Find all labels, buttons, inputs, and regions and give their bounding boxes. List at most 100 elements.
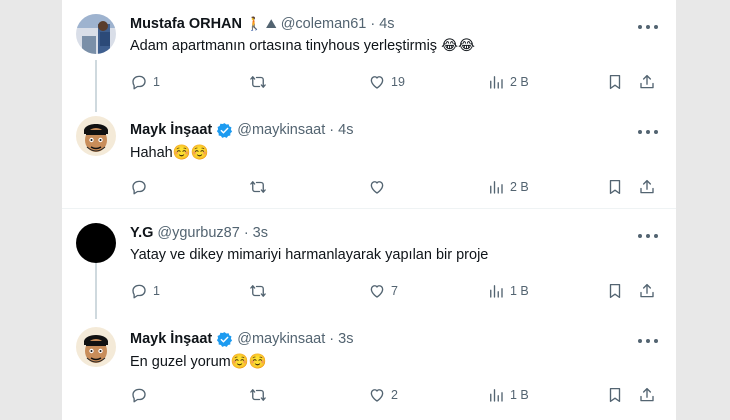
bookmark-button[interactable] <box>606 385 624 405</box>
reply-count: 1 <box>153 75 160 89</box>
tweet-text: Adam apartmanın ortasına tinyhous yerleş… <box>130 38 475 54</box>
bookmark-icon <box>609 74 621 90</box>
separator-dot: · <box>243 225 249 241</box>
views-count: 1 B <box>510 388 529 402</box>
timestamp[interactable]: 3s <box>253 225 268 241</box>
more-icon[interactable] <box>638 20 658 34</box>
tweet-header: Y.G @ygurbuz87 · 3s <box>130 223 268 243</box>
views-icon <box>490 76 503 89</box>
like-button[interactable] <box>368 177 391 197</box>
reply-count: 1 <box>153 284 160 298</box>
share-icon <box>640 283 654 298</box>
timestamp[interactable]: 4s <box>338 122 353 138</box>
like-count: 7 <box>391 284 398 298</box>
like-icon <box>370 181 384 194</box>
tweet-header: Mustafa ORHAN 🚶 ⛰ @coleman61 · 4s <box>130 14 395 34</box>
avatar[interactable] <box>76 223 116 263</box>
bookmark-button[interactable] <box>606 281 624 301</box>
share-button[interactable] <box>638 72 656 92</box>
reply-button[interactable] <box>130 385 153 405</box>
action-bar: 1 7 1 B <box>130 281 660 301</box>
avatar-cartoon <box>76 116 116 156</box>
reply-button[interactable]: 1 <box>130 72 160 92</box>
display-name[interactable]: Mayk İnşaat <box>130 122 212 138</box>
retweet-icon <box>250 76 266 88</box>
avatar[interactable] <box>76 116 116 156</box>
display-name[interactable]: Mustafa ORHAN <box>130 16 242 32</box>
reply-icon <box>132 180 146 195</box>
more-icon[interactable] <box>638 125 658 139</box>
handle[interactable]: @maykinsaat <box>237 331 325 347</box>
avatar-cartoon <box>76 327 116 367</box>
like-button[interactable]: 2 <box>368 385 398 405</box>
tweet-thread: Mustafa ORHAN 🚶 ⛰ @coleman61 · 4s Adam a… <box>62 0 676 420</box>
display-name[interactable]: Mayk İnşaat <box>130 331 212 347</box>
verified-icon <box>217 122 233 138</box>
like-icon <box>370 285 384 298</box>
views-button[interactable]: 1 B <box>487 385 529 405</box>
reply-icon <box>132 284 146 299</box>
avatar[interactable] <box>76 327 116 367</box>
tweet-header: Mayk İnşaat @maykinsaat · 4s <box>130 120 353 140</box>
tweet-text: Yatay ve dikey mimariyi harmanlayarak ya… <box>130 247 489 263</box>
bookmark-icon <box>609 283 621 299</box>
more-icon[interactable] <box>638 334 658 348</box>
share-icon <box>640 179 654 194</box>
timestamp[interactable]: 3s <box>338 331 353 347</box>
more-icon[interactable] <box>638 229 658 243</box>
share-button[interactable] <box>638 177 656 197</box>
tweet[interactable]: Mayk İnşaat @maykinsaat · 3s En guzel yo… <box>62 309 676 420</box>
action-bar: 1 19 2 B <box>130 72 660 92</box>
separator-dot: · <box>370 16 376 32</box>
bookmark-button[interactable] <box>606 177 624 197</box>
tweet[interactable]: Mustafa ORHAN 🚶 ⛰ @coleman61 · 4s Adam a… <box>62 0 676 112</box>
tweet-text: En guzel yorum☺️☺️ <box>130 354 267 370</box>
retweet-button[interactable] <box>249 72 267 92</box>
views-button[interactable]: 2 B <box>487 72 529 92</box>
avatar[interactable] <box>76 14 116 54</box>
handle[interactable]: @coleman61 <box>281 16 367 32</box>
tweet-text: Hahah☺️☺️ <box>130 145 209 161</box>
retweet-button[interactable] <box>249 177 267 197</box>
left-margin <box>0 0 62 420</box>
views-button[interactable]: 1 B <box>487 281 529 301</box>
right-margin <box>676 0 730 420</box>
views-button[interactable]: 2 B <box>487 177 529 197</box>
retweet-button[interactable] <box>249 385 267 405</box>
bookmark-icon <box>609 179 621 195</box>
views-count: 1 B <box>510 284 529 298</box>
bookmark-button[interactable] <box>606 72 624 92</box>
retweet-icon <box>250 389 266 401</box>
tweet[interactable]: Mayk İnşaat @maykinsaat · 4s Hahah☺️☺️ 2… <box>62 108 676 208</box>
bookmark-icon <box>609 387 621 403</box>
thread-line <box>95 60 97 112</box>
reply-icon <box>132 75 146 90</box>
retweet-icon <box>250 181 266 193</box>
handle[interactable]: @maykinsaat <box>237 122 325 138</box>
views-count: 2 B <box>510 75 529 89</box>
avatar-photo <box>76 14 116 54</box>
views-icon <box>490 285 503 298</box>
reply-button[interactable]: 1 <box>130 281 160 301</box>
screenshot-frame: Mustafa ORHAN 🚶 ⛰ @coleman61 · 4s Adam a… <box>0 0 730 420</box>
views-icon <box>490 181 503 194</box>
reply-button[interactable] <box>130 177 153 197</box>
like-icon <box>370 76 384 89</box>
like-count: 2 <box>391 388 398 402</box>
timestamp[interactable]: 4s <box>379 16 394 32</box>
like-icon <box>370 389 384 402</box>
handle[interactable]: @ygurbuz87 <box>157 225 239 241</box>
share-button[interactable] <box>638 281 656 301</box>
display-name[interactable]: Y.G <box>130 225 153 241</box>
views-icon <box>490 389 503 402</box>
views-count: 2 B <box>510 180 529 194</box>
like-button[interactable]: 19 <box>368 72 405 92</box>
tweet[interactable]: Y.G @ygurbuz87 · 3s Yatay ve dikey mimar… <box>62 209 676 319</box>
tweet-header: Mayk İnşaat @maykinsaat · 3s <box>130 329 353 349</box>
share-button[interactable] <box>638 385 656 405</box>
reply-icon <box>132 388 146 403</box>
like-button[interactable]: 7 <box>368 281 398 301</box>
name-badges: 🚶 ⛰ <box>245 16 277 31</box>
action-bar: 2 B <box>130 177 660 197</box>
retweet-button[interactable] <box>249 281 267 301</box>
